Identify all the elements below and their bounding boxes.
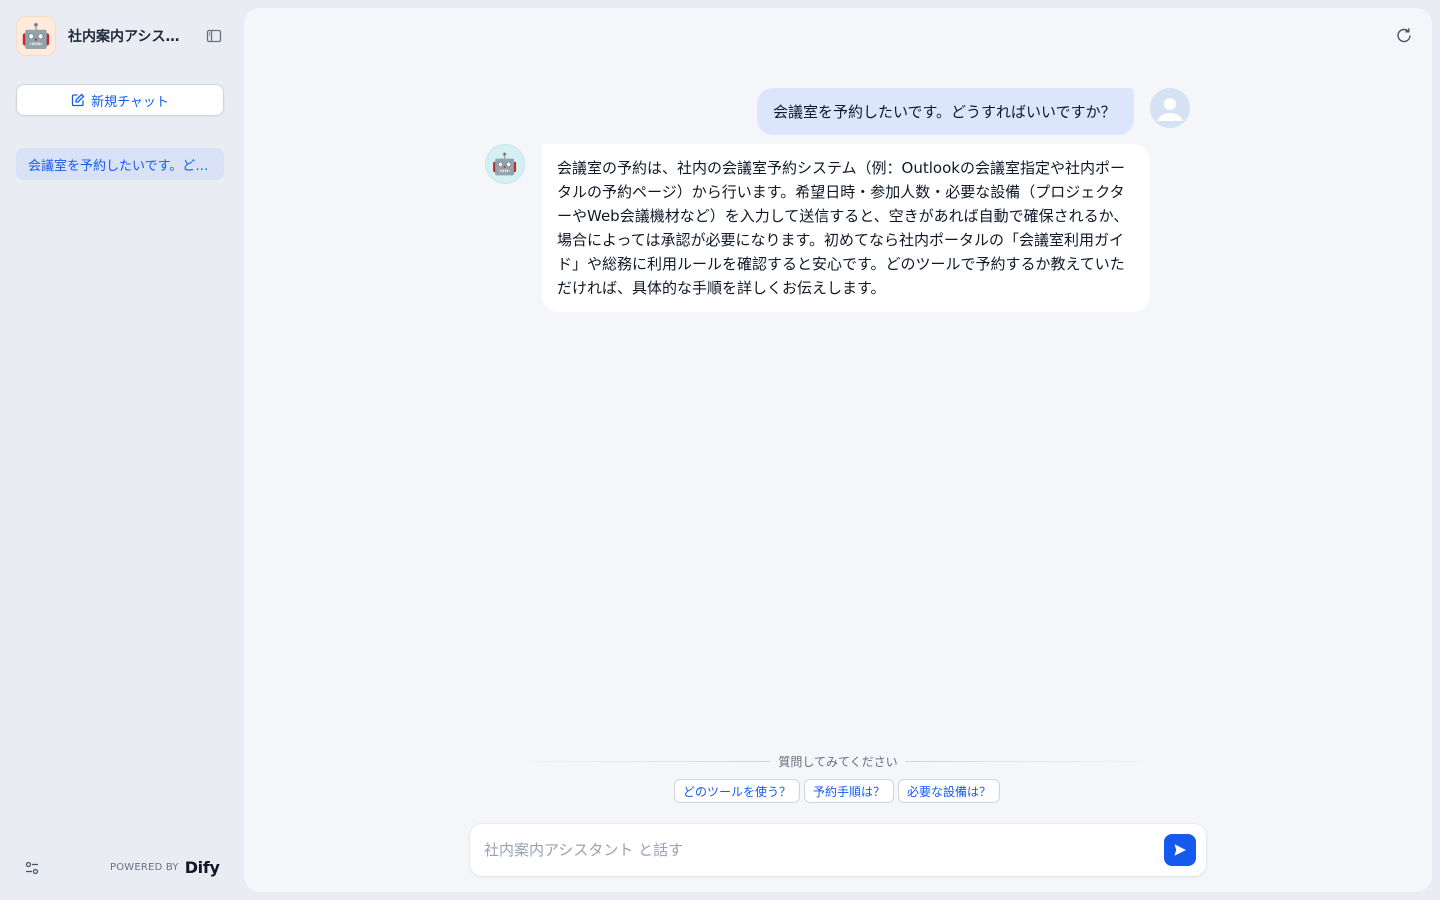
sidebar: 🤖 社内案内アシスタント 新規チャット 会議室を予約したいです。どうすればいいで… — [0, 0, 240, 900]
suggestions-title: 質問してみてください — [778, 754, 898, 769]
chat-input-box — [470, 824, 1206, 876]
send-icon — [1172, 842, 1188, 858]
dify-logo: Dify — [184, 857, 220, 877]
conversation-label: 会議室を予約したいです。どうすればいいですか？ — [28, 158, 212, 174]
suggestions-divider: 質問してみてください — [514, 753, 1162, 769]
user-message-bubble: 会議室を予約したいです。どうすればいいですか？ — [757, 88, 1134, 135]
sidebar-collapse-icon[interactable] — [204, 26, 224, 46]
new-chat-button[interactable]: 新規チャット — [16, 84, 224, 116]
user-icon — [1150, 88, 1190, 128]
send-button[interactable] — [1164, 834, 1196, 866]
powered-by-label: POWERED BY — [110, 861, 179, 873]
assistant-avatar: 🤖 — [485, 144, 525, 184]
assistant-message-bubble: 会議室の予約は、社内の会議室予約システム（例：Outlookの会議室指定や社内ポ… — [542, 144, 1150, 312]
suggestions: どのツールを使う？ 予約手順は？ 必要な設備は？ — [674, 779, 1004, 805]
new-chat-label: 新規チャット — [91, 94, 169, 110]
suggestion-chip[interactable]: どのツールを使う？ — [674, 779, 801, 803]
app-header: 🤖 社内案内アシスタント — [16, 16, 224, 56]
app-title: 社内案内アシスタント — [68, 29, 186, 45]
edit-icon — [71, 93, 91, 107]
chat-input[interactable] — [484, 824, 1144, 876]
sliders-icon[interactable] — [22, 858, 42, 878]
powered-by: POWERED BY Dify — [110, 856, 220, 878]
suggestion-chip[interactable]: 必要な設備は？ — [898, 779, 1001, 803]
suggestion-chip[interactable]: 予約手順は？ — [804, 779, 895, 803]
app-avatar: 🤖 — [16, 16, 56, 56]
chat-panel: 会議室を予約したいです。どうすればいいですか？ 🤖 会議室の予約は、社内の会議室… — [244, 8, 1432, 892]
conversation-item[interactable]: 会議室を予約したいです。どうすればいいですか？ — [16, 148, 224, 180]
refresh-icon[interactable] — [1394, 26, 1414, 46]
